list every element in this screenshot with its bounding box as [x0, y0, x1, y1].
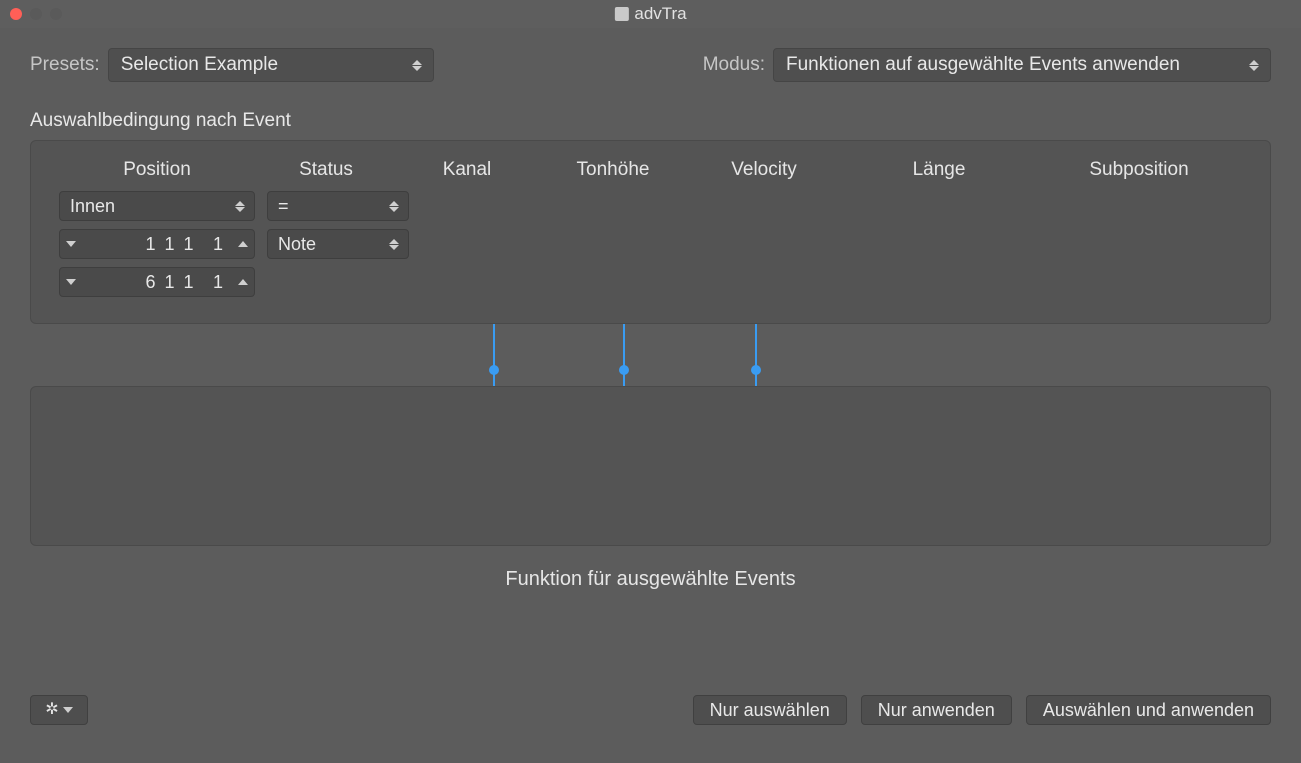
mode-value: Funktionen auf ausgewählte Events anwend… [786, 54, 1238, 76]
zoom-window-button[interactable] [50, 8, 62, 20]
slider-kanal[interactable] [492, 324, 496, 386]
col-header-velocity: Velocity [689, 159, 839, 181]
gear-icon: ✲ [45, 702, 58, 718]
position-to-value: 6 1 11 [82, 272, 232, 293]
slider-tonhoehe[interactable] [622, 324, 626, 386]
presets-value: Selection Example [121, 54, 401, 76]
col-header-tonhoehe: Tonhöhe [537, 159, 689, 181]
updown-icon [386, 201, 402, 212]
col-header-kanal: Kanal [397, 159, 537, 181]
condition-panel: Position Status Kanal Tonhöhe Velocity L… [30, 140, 1271, 324]
status-operator-value: = [278, 196, 378, 217]
select-and-apply-button[interactable]: Auswählen und anwenden [1026, 695, 1271, 725]
minimize-window-button[interactable] [30, 8, 42, 20]
chevron-down-icon[interactable] [60, 279, 82, 285]
updown-icon [232, 201, 248, 212]
mode-select[interactable]: Funktionen auf ausgewählte Events anwend… [773, 48, 1271, 82]
col-header-status: Status [255, 159, 397, 181]
col-header-position: Position [59, 159, 255, 181]
settings-menu-button[interactable]: ✲ [30, 695, 88, 725]
position-to-field[interactable]: 6 1 11 [59, 267, 255, 297]
column-sliders [30, 324, 1271, 386]
select-only-button[interactable]: Nur auswählen [693, 695, 847, 725]
position-from-field[interactable]: 1 1 11 [59, 229, 255, 259]
updown-icon [386, 239, 402, 250]
position-mode-value: Innen [70, 196, 224, 217]
app-icon [614, 7, 628, 21]
function-section-label: Funktion für ausgewählte Events [30, 568, 1271, 591]
col-header-subposition: Subposition [1039, 159, 1239, 181]
presets-select[interactable]: Selection Example [108, 48, 434, 82]
slider-velocity[interactable] [754, 324, 758, 386]
condition-section-label: Auswahlbedingung nach Event [30, 110, 1271, 132]
mode-label: Modus: [703, 54, 765, 76]
chevron-down-icon [63, 707, 73, 713]
chevron-up-icon[interactable] [232, 279, 254, 285]
status-type-select[interactable]: Note [267, 229, 409, 259]
position-mode-select[interactable]: Innen [59, 191, 255, 221]
col-header-laenge: Länge [839, 159, 1039, 181]
chevron-down-icon[interactable] [60, 241, 82, 247]
close-window-button[interactable] [10, 8, 22, 20]
updown-icon [1246, 60, 1262, 71]
chevron-up-icon[interactable] [232, 241, 254, 247]
condition-header-row: Position Status Kanal Tonhöhe Velocity L… [59, 159, 1242, 181]
updown-icon [409, 60, 425, 71]
status-operator-select[interactable]: = [267, 191, 409, 221]
status-type-value: Note [278, 234, 378, 255]
window-title: advTra [614, 4, 686, 24]
position-from-value: 1 1 11 [82, 234, 232, 255]
window-title-text: advTra [634, 4, 686, 24]
presets-label: Presets: [30, 54, 100, 76]
apply-only-button[interactable]: Nur anwenden [861, 695, 1012, 725]
titlebar: advTra [0, 0, 1301, 28]
traffic-lights [10, 8, 62, 20]
function-panel [30, 386, 1271, 546]
